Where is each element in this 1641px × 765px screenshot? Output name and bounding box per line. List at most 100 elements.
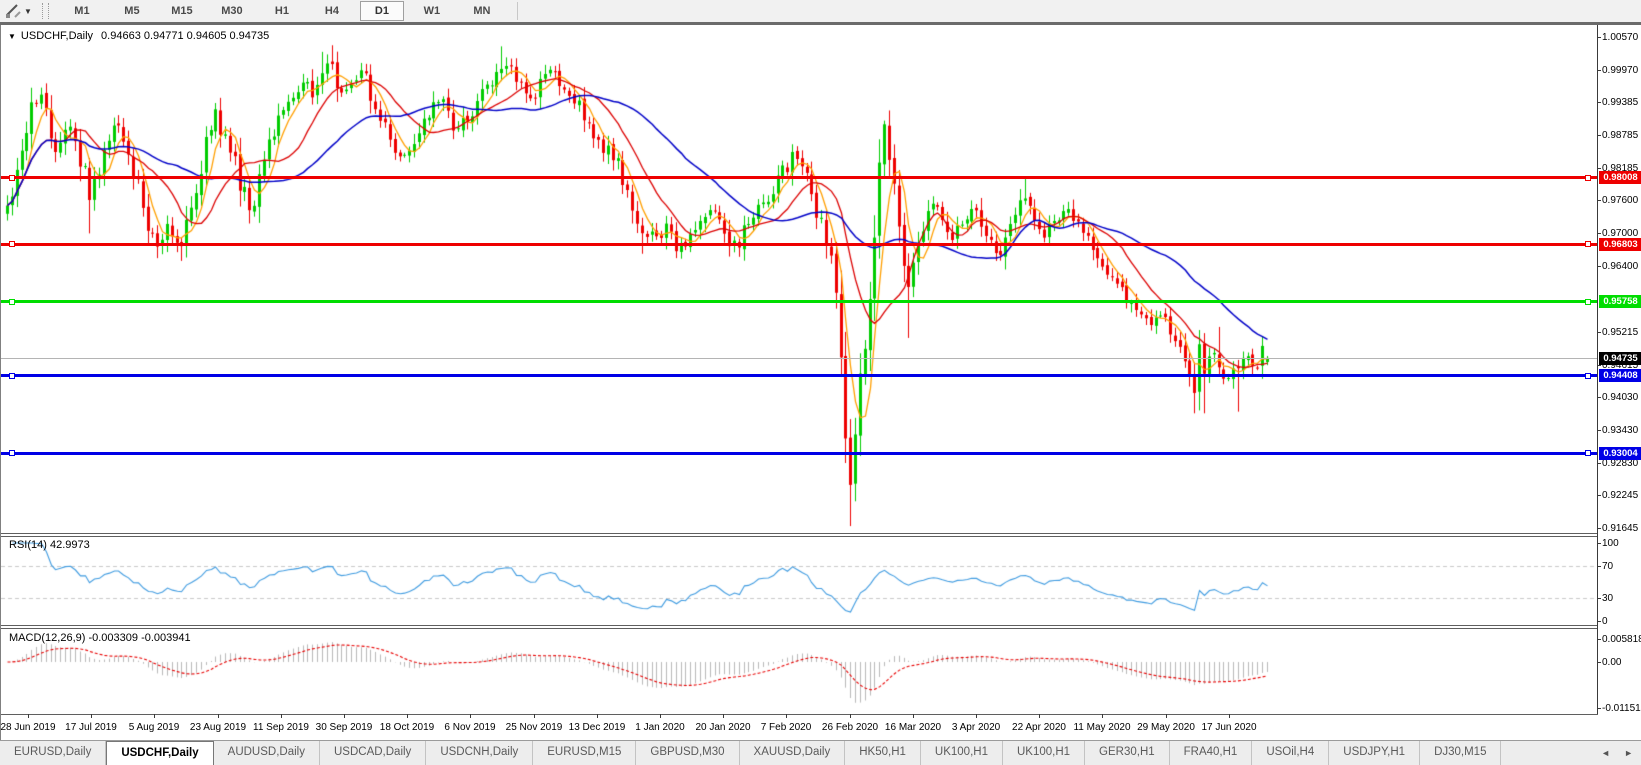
panel-separator[interactable] [1,533,1598,534]
panel-separator[interactable] [1,628,1598,629]
chart-tab-usdjpy-h1[interactable]: USDJPY,H1 [1329,741,1421,765]
drawing-tool-glyph [6,4,21,18]
rsi-axis-tickmark [1597,621,1601,622]
price-axis-tickmark [1597,135,1601,136]
date-axis-tickmark [154,714,155,718]
rsi-chart-canvas[interactable] [1,536,1597,625]
date-axis-label: 13 Dec 2019 [568,722,626,733]
macd-chart-canvas[interactable] [1,628,1597,714]
price-axis-line[interactable] [1597,25,1598,714]
price-axis-tick-label: 0.93430 [1602,425,1639,436]
line-drag-handle[interactable] [9,299,15,305]
price-axis-tick-label: 0.97600 [1602,195,1639,206]
chevron-down-icon[interactable]: ▼ [24,7,32,16]
panel-separator[interactable] [1,536,1598,537]
chart-tab-usdcad-daily[interactable]: USDCAD,Daily [320,741,427,765]
price-axis-tick-label: 0.94030 [1602,392,1639,403]
timeframe-button-d1[interactable]: D1 [359,1,404,21]
price-axis-tickmark [1597,102,1601,103]
timeframe-button-m30[interactable]: M30 [210,1,254,21]
timeframe-button-m1[interactable]: M1 [60,1,104,21]
chart-tabs-bar: EURUSD,Daily USDCHF,Daily AUDUSD,Daily USDC… [0,740,1641,765]
line-drag-handle[interactable] [1585,299,1591,305]
rsi-axis-tick-label: 70 [1602,561,1614,572]
chart-tab-usdchf-daily[interactable]: USDCHF,Daily [106,741,214,765]
line-drag-handle[interactable] [9,175,15,181]
horizontal-support-line[interactable] [1,452,1597,455]
horizontal-resistance-line[interactable] [1,176,1597,179]
panel-separator [1,714,1598,715]
price-axis-tickmark [1597,233,1601,234]
chart-tab-uk100-h1[interactable]: UK100,H1 [1003,741,1086,765]
date-axis-tickmark [976,714,977,718]
line-drag-handle[interactable] [1585,450,1591,456]
chart-tab-audusd-daily[interactable]: AUDUSD,Daily [214,741,320,765]
date-axis-label: 7 Feb 2020 [760,722,812,733]
line-drag-handle[interactable] [9,450,15,456]
date-axis-label: 6 Nov 2019 [444,722,496,733]
chevron-down-icon[interactable]: ▼ [8,32,16,41]
date-axis-tickmark [470,714,471,718]
line-drag-handle[interactable] [1585,373,1591,379]
line-drag-handle[interactable] [1585,175,1591,181]
date-axis-label: 5 Aug 2019 [128,722,180,733]
chart-tab-usdcnh-daily[interactable]: USDCNH,Daily [426,741,534,765]
chart-tab-fra40-h1[interactable]: FRA40,H1 [1170,741,1253,765]
date-axis-label: 22 Apr 2020 [1012,722,1066,733]
timeframe-button-mn[interactable]: MN [460,1,504,21]
line-drag-handle[interactable] [1585,241,1591,247]
rsi-axis-tick-label: 0 [1602,616,1608,627]
chart-title: ▼ USDCHF,Daily 0.94663 0.94771 0.94605 0… [8,30,269,42]
horizontal-resistance-line[interactable] [1,243,1597,246]
date-axis-tickmark [534,714,535,718]
date-axis-tickmark [660,714,661,718]
horizontal-support-line[interactable] [1,374,1597,377]
price-level-badge: 0.96803 [1599,238,1641,251]
horizontal-support-line[interactable] [1,300,1597,303]
panel-separator[interactable] [1,625,1598,626]
rsi-axis-tickmark [1597,543,1601,544]
date-axis-label: 17 Jul 2019 [65,722,117,733]
price-axis-tickmark [1597,397,1601,398]
price-level-badge: 0.98008 [1599,171,1641,184]
timeframe-button-m15[interactable]: M15 [160,1,204,21]
toolbar-grip[interactable] [41,3,49,19]
chart-tab-hk50-h1[interactable]: HK50,H1 [845,741,921,765]
chart-tab-dj30-m15[interactable]: DJ30,M15 [1420,741,1502,765]
date-axis-tickmark [786,714,787,718]
price-level-badge: 0.94408 [1599,369,1641,382]
chart-tab-usoil-h4[interactable]: USOil,H4 [1252,741,1330,765]
date-axis-tickmark [723,714,724,718]
timeframe-button-w1[interactable]: W1 [410,1,454,21]
timeframe-button-h1[interactable]: H1 [260,1,304,21]
chart-tab-uk100-h1[interactable]: UK100,H1 [921,741,1003,765]
tab-scroll-right-icon[interactable]: ► [1624,748,1633,758]
price-level-badge: 0.95758 [1599,295,1641,308]
chart-tab-xauusd-daily[interactable]: XAUUSD,Daily [740,741,846,765]
toolbar: ▼ M1 M5 M15 M30 H1 H4 D1 W1 MN [0,0,1641,22]
macd-axis-tick-label: -0.011514 [1602,703,1641,714]
date-axis-label: 28 Jun 2019 [0,722,56,733]
timeframe-button-m5[interactable]: M5 [110,1,154,21]
chart-window: ▼ USDCHF,Daily 0.94663 0.94771 0.94605 0… [0,25,1641,740]
date-axis-tickmark [344,714,345,718]
price-axis-tick-label: 0.98785 [1602,130,1639,141]
tab-scroll-left-icon[interactable]: ◄ [1601,748,1610,758]
chart-tab-ger30-h1[interactable]: GER30,H1 [1085,741,1170,765]
tab-scroll-controls: ◄ ► [1601,741,1633,765]
price-axis-tickmark [1597,37,1601,38]
chart-tab-gbpusd-m30[interactable]: GBPUSD,M30 [636,741,740,765]
line-drag-handle[interactable] [9,241,15,247]
date-axis-tickmark [1039,714,1040,718]
chart-tab-eurusd-daily[interactable]: EURUSD,Daily [0,741,107,765]
chart-tab-eurusd-m15[interactable]: EURUSD,M15 [533,741,637,765]
date-axis-tickmark [218,714,219,718]
date-axis-label: 11 Sep 2019 [253,722,309,733]
drawing-tool-icon[interactable] [2,2,24,20]
timeframe-button-h4[interactable]: H4 [310,1,354,21]
date-axis-tickmark [850,714,851,718]
macd-axis-tickmark [1597,708,1601,709]
price-chart-canvas[interactable] [1,25,1597,534]
date-axis-tickmark [1166,714,1167,718]
line-drag-handle[interactable] [9,373,15,379]
